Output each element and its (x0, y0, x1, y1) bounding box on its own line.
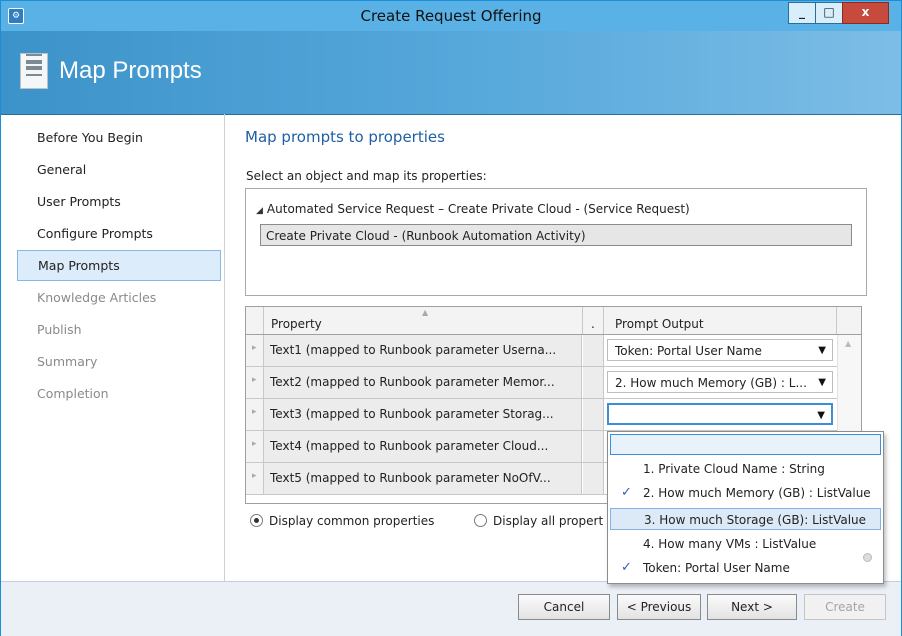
page-title: Map prompts to properties (245, 128, 445, 146)
dropdown-filter-input[interactable] (610, 434, 881, 455)
option-label: 3. How much Storage (GB): ListValue (644, 513, 867, 527)
dropdown-option[interactable]: 4. How many VMs : ListValue (610, 533, 881, 555)
column-header-output-label: Prompt Output (615, 317, 704, 331)
column-header-property-label: Property (271, 317, 322, 331)
nav-item-completion: Completion (37, 386, 109, 401)
next-button[interactable]: Next > (707, 594, 797, 620)
column-header-dot-label: . (591, 317, 595, 331)
dialog-window: ⚙ Create Request Offering _ □ x Map Prom… (0, 0, 902, 636)
page-banner: Map Prompts (1, 31, 901, 115)
sort-ascending-icon: ▲ (422, 308, 429, 317)
radio-checked-icon[interactable] (250, 514, 263, 527)
dropdown-option[interactable]: ✓ Token: Portal User Name (610, 557, 881, 579)
nav-item-publish: Publish (37, 322, 82, 337)
tree-root-node[interactable]: ◢ Automated Service Request – Create Priv… (256, 202, 690, 216)
dot-cell (583, 335, 604, 366)
nav-divider (224, 114, 225, 581)
minimize-button[interactable]: _ (788, 2, 816, 24)
checkmark-icon: ✓ (621, 560, 632, 575)
nav-item-knowledge-articles: Knowledge Articles (37, 290, 157, 305)
combo-value: Token: Portal User Name (615, 344, 762, 358)
column-header-property[interactable]: ▲ Property (264, 307, 583, 334)
scroll-up-icon[interactable]: ▲ (845, 339, 851, 348)
column-header-dot[interactable]: . (583, 307, 604, 334)
row-expander-icon[interactable] (246, 399, 264, 430)
previous-button[interactable]: < Previous (617, 594, 701, 620)
option-label: 2. How much Memory (GB) : ListValue (643, 486, 871, 500)
title-bar[interactable]: ⚙ Create Request Offering _ □ x (1, 1, 901, 31)
close-button[interactable]: x (842, 2, 889, 24)
scroll-header-corner (837, 307, 861, 334)
prompt-output-combo[interactable]: 2. How much Memory (GB) : L... ▼ (607, 371, 833, 393)
row-expander-icon[interactable] (246, 463, 264, 494)
tree-root-label: Automated Service Request – Create Priva… (266, 202, 690, 216)
row-expander-icon[interactable] (246, 367, 264, 398)
nav-item-general[interactable]: General (17, 154, 221, 185)
nav-item-map-prompts[interactable]: Map Prompts (17, 250, 221, 281)
row-selector-header (246, 307, 264, 334)
property-cell: Text5 (mapped to Runbook parameter NoOfV… (264, 463, 582, 494)
option-label: 1. Private Cloud Name : String (643, 462, 825, 476)
dropdown-option[interactable]: 1. Private Cloud Name : String (610, 458, 881, 480)
property-cell: Text4 (mapped to Runbook parameter Cloud… (264, 431, 582, 462)
radio-display-common[interactable]: Display common properties (250, 514, 434, 528)
dropdown-arrow-icon[interactable]: ▼ (817, 405, 825, 423)
dot-cell (583, 431, 604, 462)
dropdown-option-highlighted[interactable]: 3. How much Storage (GB): ListValue (610, 508, 881, 530)
output-cell: ▼ (604, 399, 836, 430)
wizard-nav: Before You Begin General User Prompts Co… (17, 122, 221, 410)
property-cell: Text1 (mapped to Runbook parameter Usern… (264, 335, 582, 366)
table-row[interactable]: Text2 (mapped to Runbook parameter Memor… (246, 367, 861, 399)
option-label: 4. How many VMs : ListValue (643, 537, 817, 551)
option-label: Token: Portal User Name (643, 561, 790, 575)
nav-item-user-prompts[interactable]: User Prompts (17, 186, 221, 217)
nav-item-summary: Summary (37, 354, 98, 369)
column-header-prompt-output[interactable]: Prompt Output (604, 307, 837, 334)
row-expander-icon[interactable] (246, 335, 264, 366)
table-row[interactable]: Text1 (mapped to Runbook parameter Usern… (246, 335, 861, 367)
instruction-text: Select an object and map its properties: (246, 169, 487, 183)
combo-value: 2. How much Memory (GB) : L... (615, 376, 807, 390)
radio-display-all[interactable]: Display all propert (474, 514, 607, 528)
property-cell: Text2 (mapped to Runbook parameter Memor… (264, 367, 582, 398)
tree-child-node[interactable]: Create Private Cloud - (Runbook Automati… (260, 224, 852, 246)
dot-cell (583, 367, 604, 398)
create-button: Create (804, 594, 886, 620)
dropdown-option[interactable]: ✓ 2. How much Memory (GB) : ListValue (610, 482, 881, 504)
output-cell: 2. How much Memory (GB) : L... ▼ (604, 367, 836, 398)
radio-all-label: Display all propert (493, 514, 604, 528)
nav-item-configure-prompts[interactable]: Configure Prompts (17, 218, 221, 249)
object-tree[interactable]: ◢ Automated Service Request – Create Priv… (245, 188, 867, 296)
dropdown-arrow-icon[interactable]: ▼ (818, 372, 826, 392)
radio-unchecked-icon[interactable] (474, 514, 487, 527)
grid-header: ▲ Property . Prompt Output (246, 307, 861, 335)
prompt-output-combo[interactable]: Token: Portal User Name ▼ (607, 339, 833, 361)
radio-common-label: Display common properties (269, 514, 435, 528)
prompt-output-combo[interactable]: ▼ (607, 403, 833, 425)
dropdown-arrow-icon[interactable]: ▼ (818, 340, 826, 360)
collapse-caret-icon[interactable]: ◢ (256, 206, 263, 216)
resize-grip-icon[interactable] (863, 553, 872, 562)
dot-cell (583, 463, 604, 494)
prompt-output-dropdown-list[interactable]: 1. Private Cloud Name : String ✓ 2. How … (607, 431, 884, 584)
property-cell: Text3 (mapped to Runbook parameter Stora… (264, 399, 582, 430)
page-document-icon (20, 53, 48, 89)
page-banner-title: Map Prompts (59, 57, 202, 84)
window-title: Create Request Offering (360, 7, 542, 25)
cancel-button[interactable]: Cancel (518, 594, 610, 620)
nav-item-before-you-begin[interactable]: Before You Begin (17, 122, 221, 153)
output-cell: Token: Portal User Name ▼ (604, 335, 836, 366)
dot-cell (583, 399, 604, 430)
maximize-button[interactable]: □ (815, 2, 843, 24)
table-row[interactable]: Text3 (mapped to Runbook parameter Stora… (246, 399, 861, 431)
checkmark-icon: ✓ (621, 485, 632, 500)
row-expander-icon[interactable] (246, 431, 264, 462)
